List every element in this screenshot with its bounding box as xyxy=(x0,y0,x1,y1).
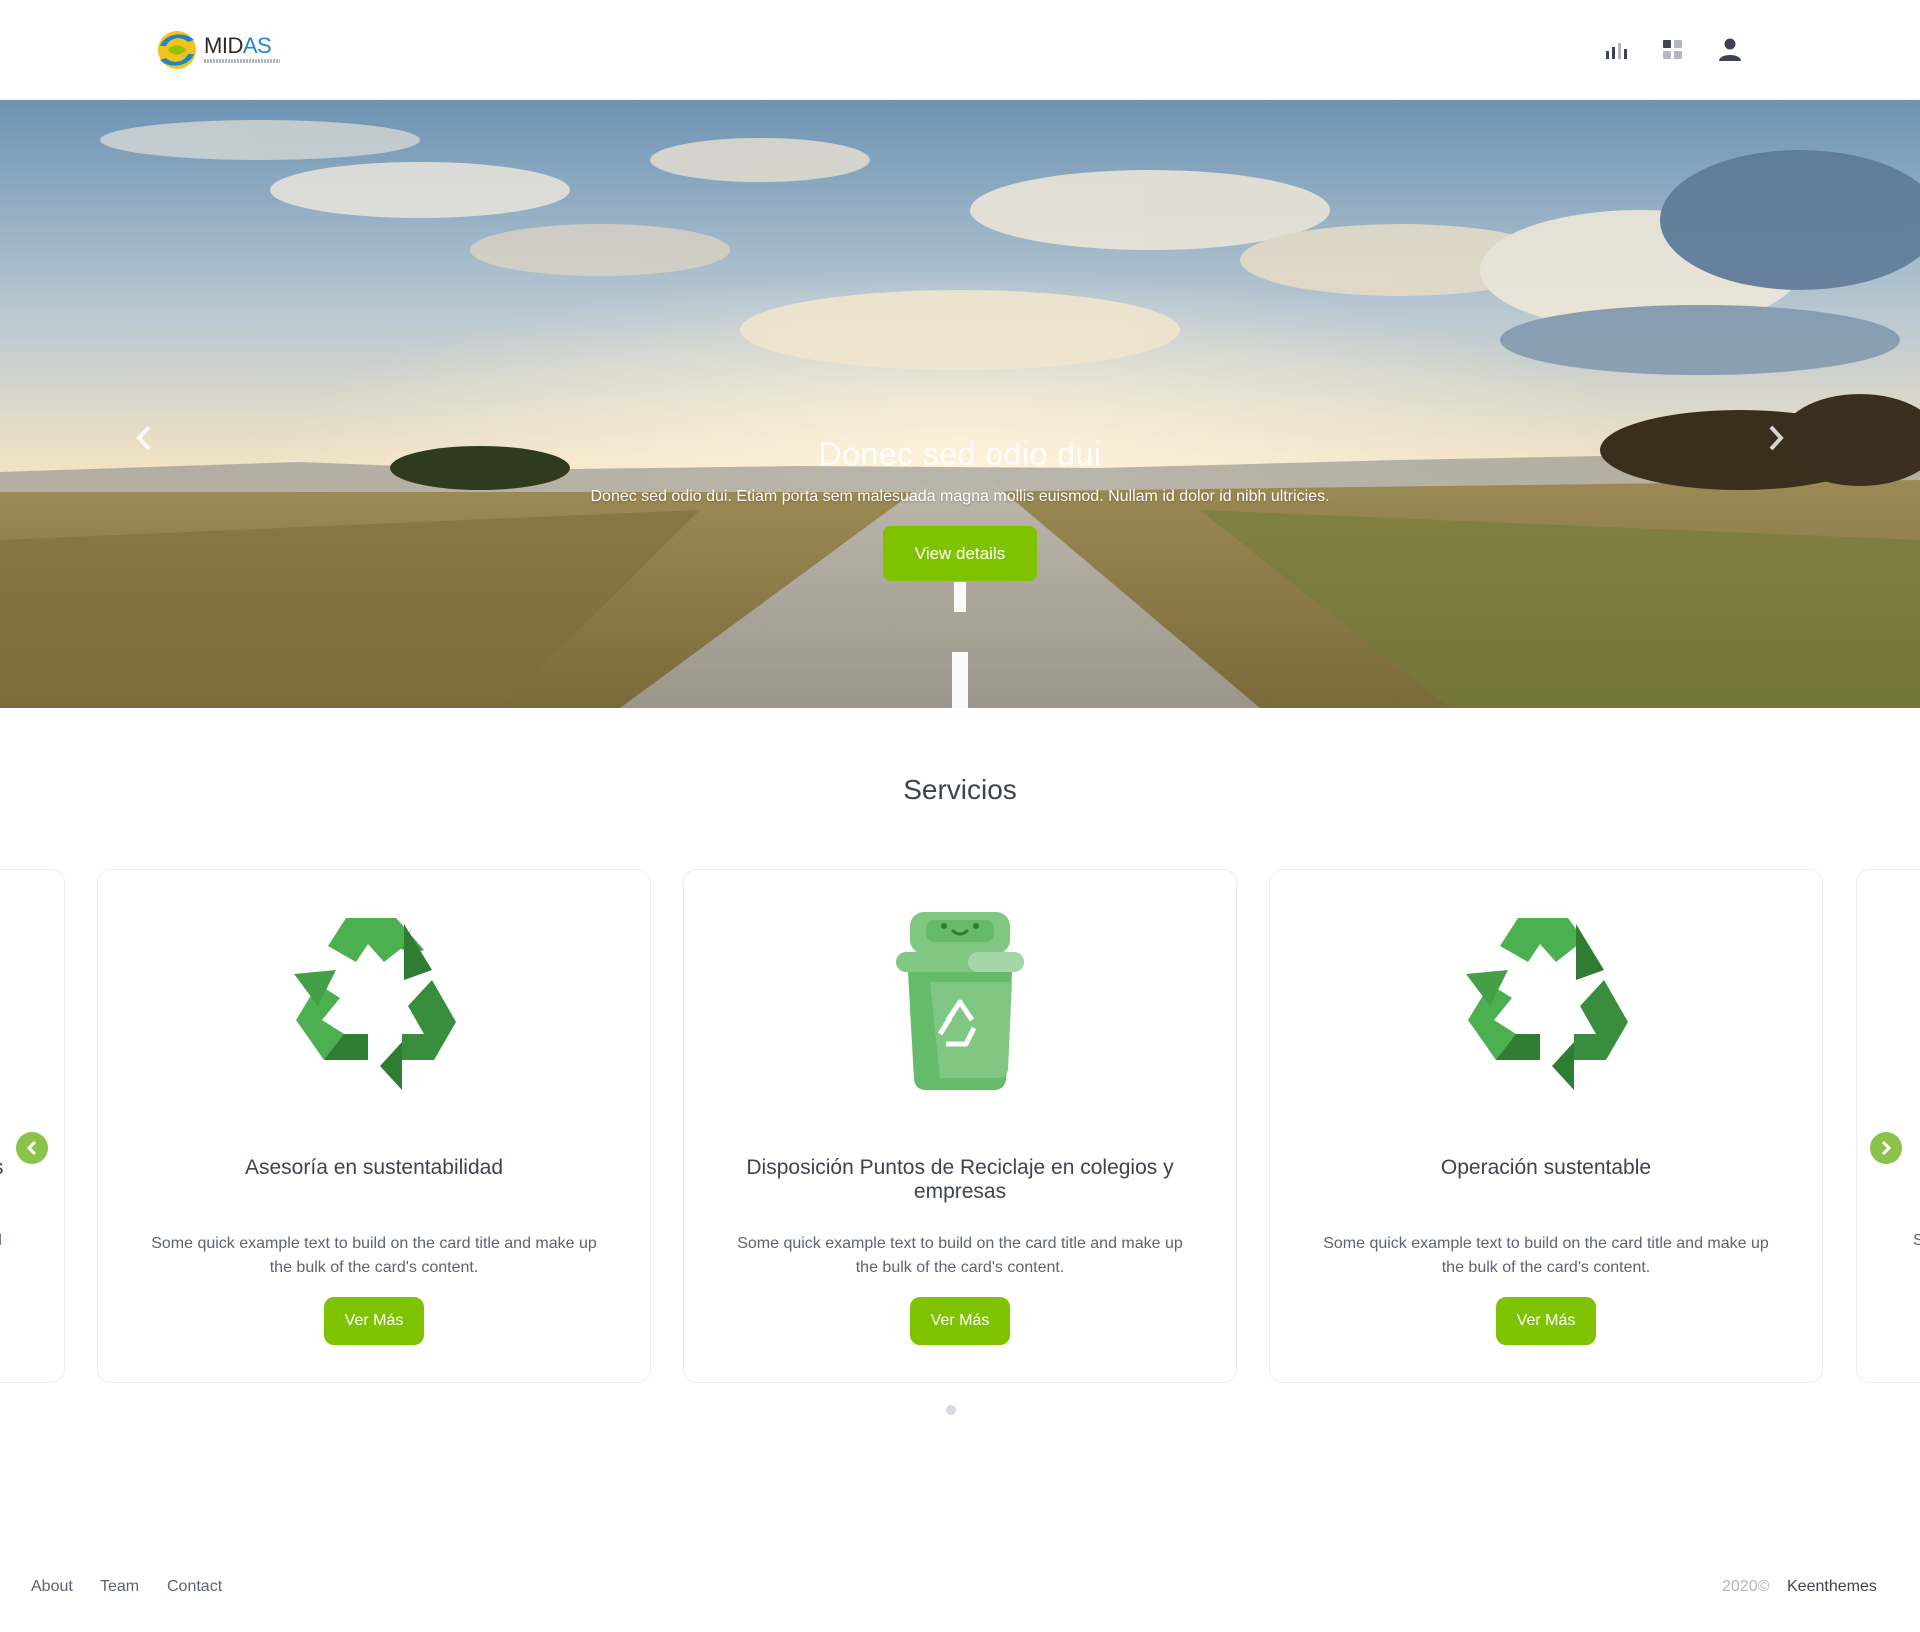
hero-background-image xyxy=(0,100,1920,708)
ver-mas-button[interactable]: Ver Más xyxy=(324,1297,424,1345)
ver-mas-button[interactable]: Ver Más xyxy=(910,1297,1010,1345)
services-next-arrow[interactable] xyxy=(1870,1132,1902,1164)
card-title: Disposición Puntos de Reciclaje en coleg… xyxy=(746,1156,1174,1203)
services-title: Servicios xyxy=(903,774,1017,805)
footer-link-team[interactable]: Team xyxy=(100,1578,139,1596)
card-title: Asesoría en sustentabilidad xyxy=(245,1156,503,1179)
service-card: Operación sustentable Some quick example… xyxy=(1269,869,1823,1383)
chevron-left-icon xyxy=(26,1140,37,1156)
footer: About Team Contact 2020© Keenthemes xyxy=(0,1578,1920,1608)
logo-wordmark: MIDAS xyxy=(204,35,280,63)
logo-text-blue: AS xyxy=(242,33,272,58)
footer-link-contact[interactable]: Contact xyxy=(167,1578,222,1596)
footer-year: 2020© xyxy=(1722,1578,1770,1595)
top-header: MIDAS xyxy=(0,0,1920,100)
hero-carousel: Donec sed odio dui Donec sed odio dui. E… xyxy=(0,100,1920,708)
chevron-right-icon xyxy=(1881,1140,1892,1156)
recycle-icon xyxy=(294,918,456,1090)
service-card-partial-left: s d xyxy=(0,869,65,1383)
service-card: Asesoría en sustentabilidad Some quick e… xyxy=(97,869,651,1383)
logo-tagline xyxy=(204,59,280,63)
partial-card-text-fragment: d xyxy=(0,1232,2,1250)
card-text: Some quick example text to build on the … xyxy=(1323,1235,1769,1276)
card-text: Some quick example text to build on the … xyxy=(151,1235,597,1276)
card-title: Operación sustentable xyxy=(1440,1156,1652,1179)
hero-title: Donec sed odio dui xyxy=(818,436,1102,472)
carousel-indicator-dot[interactable] xyxy=(946,1405,956,1415)
recycle-bin-icon xyxy=(896,912,1024,1090)
card-text: Some quick example text to build on the … xyxy=(737,1235,1183,1276)
services-prev-arrow[interactable] xyxy=(16,1132,48,1164)
logo-text-dark: MID xyxy=(204,33,243,58)
midas-logo-icon xyxy=(158,31,196,69)
apps-grid-icon[interactable] xyxy=(1658,36,1688,64)
footer-brand-link[interactable]: Keenthemes xyxy=(1787,1578,1877,1596)
partial-card-text-fragment: S xyxy=(1913,1232,1920,1249)
view-details-button[interactable]: View details xyxy=(883,526,1037,581)
footer-link-about[interactable]: About xyxy=(31,1578,73,1596)
chart-bar-icon[interactable] xyxy=(1601,36,1631,64)
partial-card-title-fragment: s xyxy=(0,1156,4,1180)
user-icon[interactable] xyxy=(1715,36,1745,64)
hero-subtitle: Donec sed odio dui. Etiam porta sem male… xyxy=(590,488,1330,505)
service-card: Disposición Puntos de Reciclaje en coleg… xyxy=(683,869,1237,1383)
ver-mas-button[interactable]: Ver Más xyxy=(1496,1297,1596,1345)
service-card-partial-right: S xyxy=(1856,869,1920,1383)
midas-logo[interactable]: MIDAS xyxy=(154,26,280,72)
recycle-icon xyxy=(1466,918,1628,1090)
